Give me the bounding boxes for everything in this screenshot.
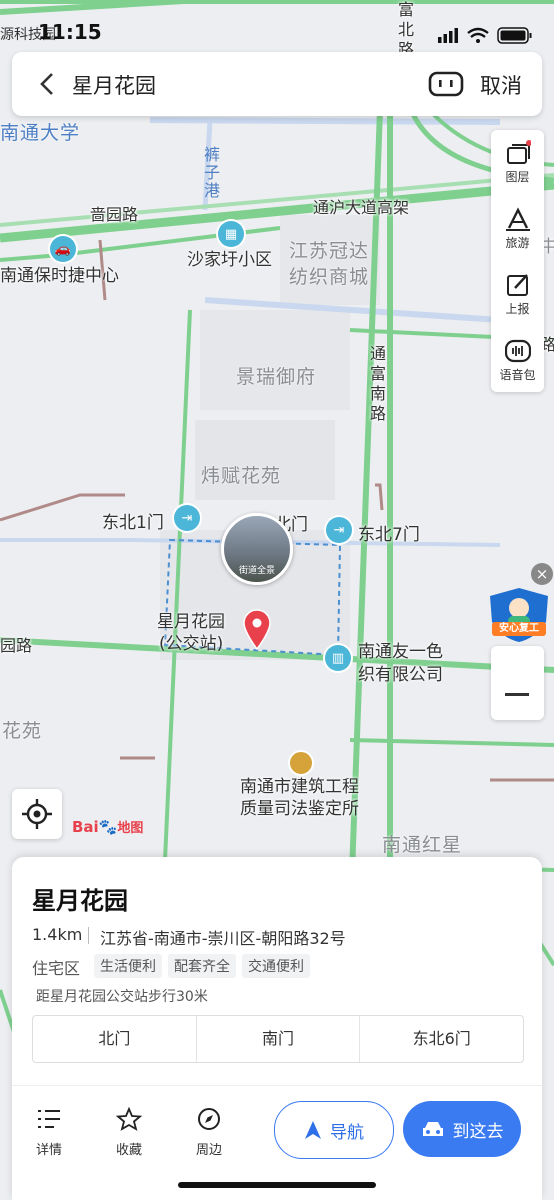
locate-icon: [22, 799, 52, 829]
travel-button[interactable]: 旅游: [491, 196, 544, 258]
shield-badge-icon: [490, 588, 548, 642]
report-icon: [506, 274, 528, 296]
report-button[interactable]: 上报: [491, 262, 544, 324]
status-time: 11:15: [38, 20, 102, 44]
place-distance: 1.4km: [32, 925, 83, 944]
residential-icon[interactable]: ▦: [218, 221, 244, 247]
go-here-label: 到这去: [452, 1121, 504, 1142]
locate-me-button[interactable]: [12, 789, 62, 839]
area-label-textile-mall[interactable]: 纺织商城: [289, 262, 369, 289]
road-label-tongfu-south: 通富南路: [369, 344, 386, 423]
place-tags: 生活便利 配套齐全 交通便利: [94, 954, 310, 978]
area-label-guanda[interactable]: 江苏冠达: [289, 236, 369, 263]
voice-pack-button[interactable]: 语音包: [491, 328, 544, 390]
paw-icon: 🐾: [98, 818, 118, 836]
back-icon[interactable]: [34, 70, 60, 98]
logo-suffix: 地图: [117, 821, 144, 836]
star-icon: [115, 1106, 143, 1131]
nearby-button[interactable]: 周边: [184, 1107, 234, 1158]
layers-button[interactable]: 图层: [491, 130, 544, 192]
layers-icon: [506, 140, 531, 164]
home-indicator[interactable]: [178, 1182, 376, 1188]
details-label: 详情: [35, 1143, 62, 1158]
poi-youyise-line1[interactable]: 南通友一色: [358, 641, 443, 663]
gate-south[interactable]: 南门: [197, 1016, 361, 1062]
search-bar: 星月花园 取消: [12, 52, 542, 116]
place-tag: 配套齐全: [168, 954, 236, 978]
details-icon: [38, 1110, 60, 1128]
navigate-button[interactable]: 导航: [274, 1101, 394, 1159]
poi-porsche-center[interactable]: 南通保时捷中心: [0, 265, 119, 287]
poi-xingyue-huayuan[interactable]: 星月花园: [157, 611, 225, 633]
ar-glasses-icon[interactable]: [428, 70, 464, 98]
cancel-button[interactable]: 取消: [480, 70, 522, 100]
voice-pack-icon: [504, 339, 531, 363]
poi-shajiawei[interactable]: 沙家圩小区: [187, 249, 272, 271]
company-icon[interactable]: ▥: [325, 645, 351, 671]
gate-north[interactable]: 北门: [33, 1016, 197, 1062]
car-icon: [422, 1122, 443, 1136]
logo-text: Bai: [72, 818, 99, 836]
baidu-map-logo: Bai🐾地图: [72, 817, 143, 836]
poi-youyise-line2[interactable]: 织有限公司: [358, 664, 443, 686]
location-pin-icon[interactable]: [242, 608, 272, 650]
map-tools-panel: 图层 旅游 上报 语音包: [491, 130, 544, 392]
area-label-hongxing[interactable]: 南通红星: [382, 830, 462, 857]
poi-northeast-gate-1[interactable]: 东北1门: [102, 512, 164, 534]
place-detail-sheet[interactable]: 星月花园 1.4km 江苏省-南通市-崇川区-朝阳路32号 住宅区 生活便利 配…: [12, 857, 542, 1200]
report-label: 上报: [505, 302, 530, 316]
walk-hint: 距星月花园公交站步行30米: [36, 989, 208, 1005]
road-label-yuanlu: 园路: [0, 636, 33, 655]
status-bar: 源科技园 11:15: [0, 0, 554, 58]
poi-construction-lab-line1[interactable]: 南通市建筑工程: [240, 776, 359, 798]
close-promo-icon[interactable]: ×: [531, 563, 553, 585]
travel-label: 旅游: [505, 236, 530, 250]
sheet-divider: [12, 1085, 542, 1086]
area-label-weifu[interactable]: 炜赋花苑: [201, 461, 281, 488]
place-type: 住宅区: [32, 959, 81, 978]
place-tag: 生活便利: [94, 954, 162, 978]
layers-label: 图层: [505, 170, 530, 184]
area-label-huayuan[interactable]: 花苑: [2, 716, 42, 743]
favorite-label: 收藏: [115, 1143, 142, 1158]
zoom-control: [491, 646, 544, 720]
road-label-seyuan: 啬园路: [90, 205, 139, 224]
street-view-thumbnail[interactable]: 街道全景: [221, 513, 293, 585]
poi-northeast-gate-7[interactable]: 东北7门: [358, 524, 420, 546]
divider: [88, 927, 89, 944]
go-here-button[interactable]: 到这去: [403, 1101, 521, 1157]
travel-icon: [505, 207, 530, 231]
car-dealer-icon[interactable]: 🚗: [50, 236, 76, 262]
promo-badge[interactable]: 安心复工: [486, 586, 552, 644]
gate-icon-northeast1[interactable]: ⇥: [174, 505, 200, 531]
place-address: 江苏省-南通市-崇川区-朝阳路32号: [100, 929, 346, 948]
zoom-out-button[interactable]: [505, 693, 529, 696]
place-tag: 交通便利: [242, 954, 310, 978]
gate-icon-northeast7[interactable]: ⇥: [326, 517, 352, 543]
compass-icon: [198, 1108, 220, 1130]
search-query-title[interactable]: 星月花园: [72, 70, 156, 100]
water-label-kuzigang: 裤子港: [203, 145, 220, 200]
area-label-university[interactable]: 南通大学: [0, 118, 80, 145]
government-icon[interactable]: [288, 750, 314, 776]
promo-badge-text: 安心复工: [499, 623, 539, 634]
navigation-arrow-icon: [305, 1121, 321, 1139]
poi-construction-lab-line2[interactable]: 质量司法鉴定所: [240, 798, 359, 820]
signal-wifi-battery-icon: [438, 27, 532, 44]
road-label-tonghu: 通沪大道高架: [313, 198, 410, 217]
poi-bus-stop-label[interactable]: (公交站): [159, 633, 223, 655]
gate-northeast-6[interactable]: 东北6门: [360, 1016, 523, 1062]
street-view-label: 街道全景: [238, 566, 275, 576]
favorite-button[interactable]: 收藏: [104, 1106, 154, 1158]
navigate-label: 导航: [330, 1122, 364, 1143]
place-name: 星月花园: [32, 887, 128, 915]
area-label-jingrui[interactable]: 景瑞御府: [236, 362, 316, 389]
gate-selector: 北门 南门 东北6门: [32, 1015, 524, 1063]
details-button[interactable]: 详情: [24, 1107, 74, 1158]
nearby-label: 周边: [195, 1143, 222, 1158]
voice-pack-label: 语音包: [499, 368, 536, 382]
